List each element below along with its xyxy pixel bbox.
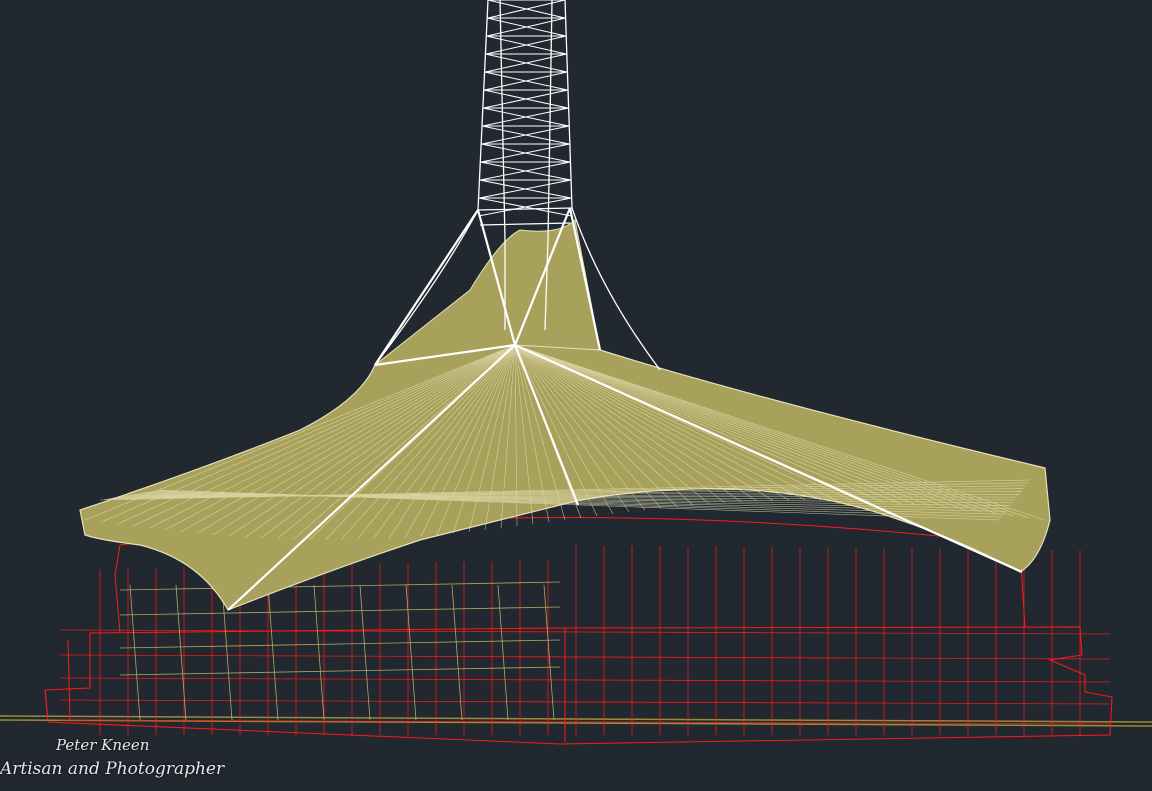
canopy — [79, 218, 1051, 611]
base-rib-secondary — [267, 584, 279, 721]
base-rib-secondary — [497, 584, 509, 721]
base-course — [59, 699, 1111, 705]
building-base-grid-secondary — [119, 581, 561, 721]
base-rib-secondary — [405, 584, 417, 721]
base-course-secondary — [119, 666, 561, 676]
spire-bracing — [478, 0, 572, 217]
base-course-secondary — [119, 606, 561, 616]
cad-viewport[interactable]: Peter Kneen Artisan and Photographer — [0, 0, 1152, 791]
base-rib-secondary — [359, 584, 371, 721]
watermark-name: Peter Kneen — [56, 736, 150, 754]
photographer-watermark: Peter Kneen Artisan and Photographer — [0, 733, 240, 781]
base-course-secondary — [119, 581, 561, 591]
wireframe-drawing — [0, 0, 1152, 745]
base-rib-secondary — [129, 584, 141, 721]
watermark-tagline: Artisan and Photographer — [0, 759, 225, 779]
base-rib-secondary — [451, 584, 463, 721]
base-course-secondary — [119, 639, 561, 649]
base-course — [59, 654, 1111, 660]
base-rib-secondary — [313, 584, 325, 721]
base-rib-secondary — [175, 584, 187, 721]
base-course — [59, 677, 1111, 683]
base-rib-secondary — [543, 584, 555, 721]
